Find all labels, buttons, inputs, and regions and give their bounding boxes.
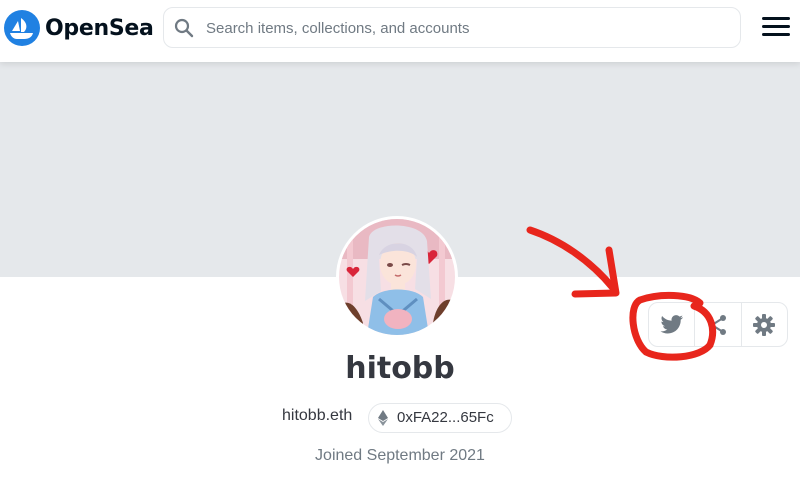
search-bar[interactable] [163, 7, 741, 49]
ens-name[interactable]: hitobb.eth [282, 407, 352, 425]
profile-action-buttons [648, 302, 788, 347]
share-button[interactable] [694, 303, 740, 346]
twitter-button[interactable] [649, 303, 694, 346]
profile-avatar[interactable] [336, 216, 458, 338]
opensea-logo-icon[interactable] [4, 10, 40, 46]
search-icon [174, 18, 194, 38]
brand-name[interactable]: OpenSea [45, 16, 154, 41]
settings-button[interactable] [740, 303, 787, 346]
joined-date: Joined September 2021 [315, 447, 485, 464]
ethereum-icon [378, 410, 388, 426]
twitter-icon [660, 314, 683, 333]
wallet-address-pill[interactable]: 0xFA22...65Fc [368, 403, 512, 433]
gear-icon [753, 313, 776, 336]
top-navbar: OpenSea [0, 0, 800, 62]
wallet-address: 0xFA22...65Fc [397, 409, 494, 426]
profile-username: hitobb [345, 351, 455, 386]
share-icon [708, 314, 726, 335]
hamburger-menu-icon[interactable] [762, 17, 790, 41]
search-input[interactable] [204, 8, 728, 49]
